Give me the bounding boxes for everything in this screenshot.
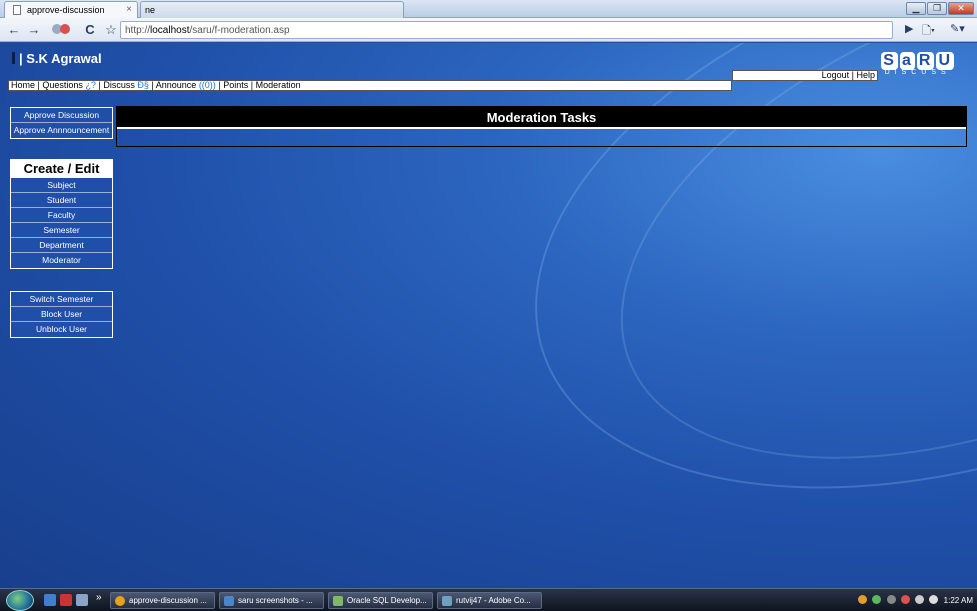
- tab-close-icon[interactable]: ×: [126, 4, 132, 15]
- task-oracle-sql[interactable]: Oracle SQL Develop...: [328, 592, 433, 609]
- tab-label: approve-discussion: [27, 5, 105, 15]
- saru-logo: SaRU DISCUSS: [880, 48, 955, 76]
- adobe-icon: [442, 596, 452, 606]
- create-edit-menu: Create / Edit Subject Student Faculty Se…: [10, 159, 113, 269]
- volume-icon[interactable]: [929, 595, 939, 604]
- create-moderator-link[interactable]: Moderator: [11, 253, 112, 268]
- reload-icon[interactable]: C: [82, 22, 98, 38]
- admin-menu: Switch Semester Block User Unblock User: [10, 291, 113, 338]
- clock[interactable]: 1:22 AM: [944, 596, 973, 605]
- folder-icon: [224, 596, 234, 606]
- task-label: Oracle SQL Develop...: [347, 596, 427, 605]
- task-approve-discussion[interactable]: approve-discussion ...: [110, 592, 215, 609]
- task-label: saru screenshots - ...: [238, 596, 313, 605]
- system-tray: 1:22 AM: [858, 592, 973, 609]
- tab-approve-discussion[interactable]: approve-discussion ×: [4, 1, 138, 18]
- logo-letter: U: [936, 52, 954, 70]
- moderation-panel: Moderation Tasks: [116, 106, 967, 147]
- window-controls: ▁ ❐ ✕: [906, 2, 974, 15]
- logo-letter: R: [916, 52, 935, 70]
- quicklaunch-icon[interactable]: [76, 594, 88, 606]
- nav-announce[interactable]: Announce: [156, 80, 197, 90]
- task-adobe[interactable]: rutvij47 - Adobe Co...: [437, 592, 542, 609]
- back-icon[interactable]: ←: [6, 22, 22, 38]
- close-button[interactable]: ✕: [948, 2, 974, 15]
- browser-toolbar: ← → C ☆ http://localhost/saru/f-moderati…: [0, 18, 977, 42]
- approve-menu: Approve Discussion Approve Annnouncement: [10, 107, 113, 139]
- sql-developer-icon: [333, 596, 343, 606]
- create-faculty-link[interactable]: Faculty: [11, 208, 112, 223]
- browser-tab-strip: approve-discussion × ne ▁ ❐ ✕: [0, 0, 977, 18]
- create-department-link[interactable]: Department: [11, 238, 112, 253]
- announce-count: ((0)): [198, 80, 216, 90]
- logout-link[interactable]: Logout: [822, 70, 850, 80]
- tray-icon[interactable]: [900, 595, 910, 604]
- maximize-button[interactable]: ❐: [927, 2, 947, 15]
- questions-symbol: ¿?: [85, 80, 96, 90]
- create-student-link[interactable]: Student: [11, 193, 112, 208]
- task-saru-screenshots[interactable]: saru screenshots - ...: [219, 592, 324, 609]
- forward-icon[interactable]: →: [26, 22, 42, 38]
- panel-title: Moderation Tasks: [117, 107, 966, 129]
- url-host: localhost: [150, 25, 190, 36]
- taskbar: » approve-discussion ... saru screenshot…: [0, 588, 977, 611]
- star-icon[interactable]: ☆: [103, 22, 119, 38]
- chrome-icon: [115, 596, 125, 606]
- user-name: S.K Agrawal: [26, 51, 102, 66]
- url-scheme: http://: [125, 25, 151, 36]
- mail-icon[interactable]: [60, 594, 72, 606]
- title-separator: |: [19, 51, 23, 66]
- account-links: Logout | Help: [732, 70, 878, 81]
- logo-letter: a: [899, 52, 915, 70]
- help-link[interactable]: Help: [856, 70, 875, 80]
- nav-moderation[interactable]: Moderation: [256, 80, 301, 90]
- wrench-menu-icon[interactable]: ✎▾: [950, 22, 965, 35]
- discuss-symbol: Ð§: [137, 80, 149, 90]
- approve-announcement-link[interactable]: Approve Annnouncement: [11, 123, 112, 138]
- page-menu-icon[interactable]: 🗋▾: [922, 22, 935, 41]
- start-button[interactable]: [6, 590, 34, 611]
- signal-icon[interactable]: [886, 595, 896, 604]
- nav-separator: |: [250, 80, 254, 90]
- task-label: approve-discussion ...: [129, 596, 207, 605]
- nav-discuss[interactable]: Discuss: [103, 80, 135, 90]
- tray-icon[interactable]: [858, 595, 868, 604]
- task-label: rutvij47 - Adobe Co...: [456, 596, 531, 605]
- logo-letter: S: [881, 52, 898, 70]
- title-bar-decoration: [12, 52, 15, 64]
- approve-discussion-link[interactable]: Approve Discussion: [11, 108, 112, 123]
- quicklaunch-more-icon[interactable]: »: [96, 592, 102, 604]
- nav-points[interactable]: Points: [223, 80, 248, 90]
- user-title: | S.K Agrawal: [12, 51, 102, 66]
- nav-separator: |: [218, 80, 221, 90]
- show-desktop-icon[interactable]: [44, 594, 56, 606]
- tray-icon[interactable]: [872, 595, 882, 604]
- nav-questions[interactable]: Questions: [42, 80, 83, 90]
- history-icon[interactable]: [48, 22, 74, 38]
- main-nav: Home | Questions ¿? | Discuss Ð§ | Annou…: [8, 80, 732, 91]
- nav-home[interactable]: Home: [11, 80, 35, 90]
- network-icon[interactable]: [915, 595, 925, 604]
- block-user-link[interactable]: Block User: [11, 307, 112, 322]
- nav-separator: |: [151, 80, 154, 90]
- create-edit-header: Create / Edit: [11, 160, 112, 178]
- play-icon[interactable]: ▶: [905, 22, 913, 35]
- logo-subtitle: DISCUSS: [884, 69, 951, 76]
- nav-separator: |: [37, 80, 40, 90]
- tab-label: ne: [145, 5, 156, 15]
- tab-secondary[interactable]: ne: [140, 1, 404, 18]
- minimize-button[interactable]: ▁: [906, 2, 926, 15]
- url-bar[interactable]: http://localhost/saru/f-moderation.asp: [120, 21, 893, 39]
- switch-semester-link[interactable]: Switch Semester: [11, 292, 112, 307]
- create-subject-link[interactable]: Subject: [11, 178, 112, 193]
- page-content: | S.K Agrawal SaRU DISCUSS Logout | Help…: [0, 43, 977, 588]
- url-path: /saru/f-moderation.asp: [189, 25, 290, 36]
- page-icon: [13, 5, 21, 15]
- nav-separator: |: [98, 80, 101, 90]
- unblock-user-link[interactable]: Unblock User: [11, 322, 112, 337]
- create-semester-link[interactable]: Semester: [11, 223, 112, 238]
